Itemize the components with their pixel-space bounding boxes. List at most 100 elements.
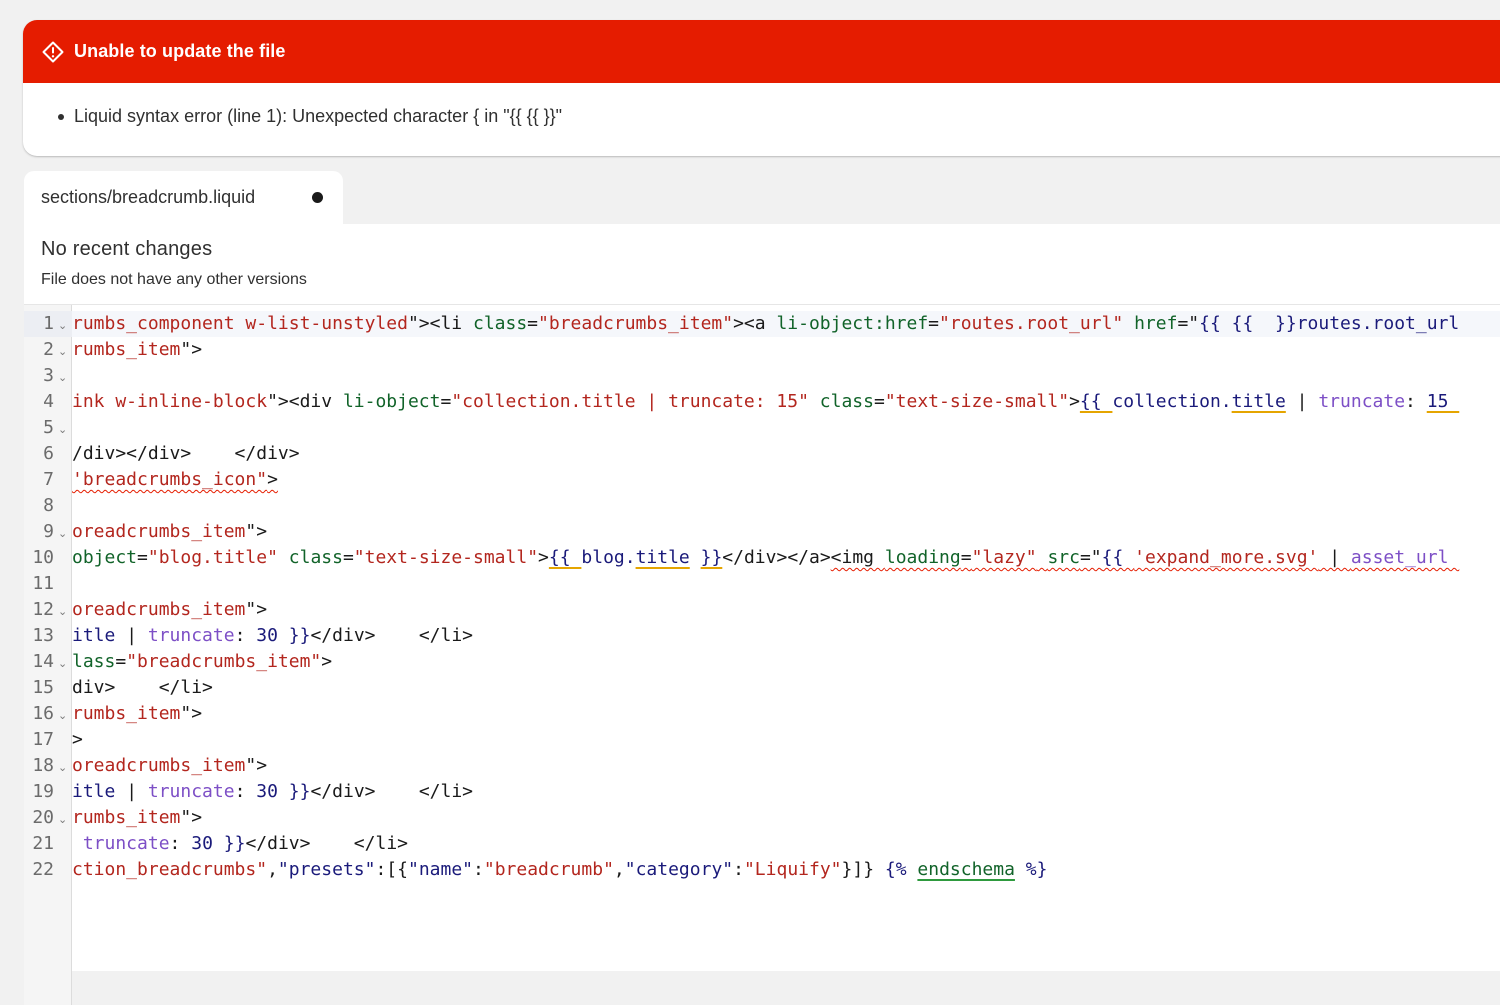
- code-line[interactable]: 11: [24, 571, 1500, 597]
- alert-diamond-icon: [41, 40, 65, 64]
- code-line[interactable]: 19 itle | truncate: 30 }}</div> </li>: [24, 779, 1500, 805]
- code-token: :[{: [375, 859, 408, 880]
- code-line[interactable]: 4 ink w-inline-block"><div li-object="col…: [24, 389, 1500, 415]
- fold-chevron-icon[interactable]: ⌄: [58, 703, 67, 729]
- code-line[interactable]: 12 ⌄ oreadcrumbs_item">: [24, 597, 1500, 623]
- fold-chevron-icon[interactable]: ⌄: [58, 521, 67, 547]
- line-number: 4: [43, 391, 54, 412]
- code-token: {{: [1079, 391, 1113, 412]
- code-token: endschema: [917, 859, 1015, 880]
- code-line-content: div> </li>: [72, 675, 213, 701]
- line-number: 9: [43, 521, 54, 542]
- line-number: 14: [32, 651, 54, 672]
- code-token: <img: [830, 547, 885, 568]
- code-token: "breadcrumbs_item": [538, 313, 734, 334]
- code-token: li-object: [342, 391, 441, 412]
- code-token: class: [288, 547, 343, 568]
- file-tab-filename: breadcrumb.liquid: [112, 187, 256, 207]
- code-token: {{: [548, 547, 582, 568]
- code-line[interactable]: 3 ⌄: [24, 363, 1500, 389]
- file-tab-breadcrumb-liquid[interactable]: sections/breadcrumb.liquid: [24, 171, 343, 224]
- code-token: "blog.title": [147, 547, 278, 568]
- code-token: 30: [256, 625, 278, 646]
- line-number: 19: [32, 781, 54, 802]
- fold-chevron-icon[interactable]: ⌄: [58, 755, 67, 781]
- code-token: {{: [1101, 547, 1135, 568]
- code-line[interactable]: 16 ⌄ rumbs_item">: [24, 701, 1500, 727]
- code-token: /div></div> </div>: [72, 443, 300, 464]
- code-line-content: rumbs_item">: [72, 805, 202, 831]
- code-line[interactable]: 13 itle | truncate: 30 }}</div> </li>: [24, 623, 1500, 649]
- code-token: </div></a>: [722, 547, 831, 568]
- code-token: {{ {{ }}: [1199, 313, 1297, 334]
- code-token: >: [538, 547, 549, 568]
- code-line[interactable]: 22 ction_breadcrumbs","presets":[{"name":…: [24, 857, 1500, 883]
- fold-chevron-icon[interactable]: ⌄: [58, 339, 67, 365]
- code-line[interactable]: 1 ⌄ rumbs_component w-list-unstyled"><li c…: [24, 311, 1500, 337]
- code-token: =: [960, 547, 972, 568]
- line-number: 3: [43, 365, 54, 386]
- code-token: =: [873, 391, 885, 412]
- code-line-content: rumbs_item">: [72, 701, 202, 727]
- code-token: :: [733, 859, 744, 880]
- code-line[interactable]: 20 ⌄ rumbs_item">: [24, 805, 1500, 831]
- code-line[interactable]: 15 div> </li>: [24, 675, 1500, 701]
- code-line-content: lass="breadcrumbs_item">: [72, 649, 332, 675]
- line-number: 6: [43, 443, 54, 464]
- code-token: class: [819, 391, 874, 412]
- code-token: object: [72, 547, 138, 568]
- code-line-content: rumbs_item">: [72, 337, 202, 363]
- code-line[interactable]: 5 ⌄: [24, 415, 1500, 441]
- code-token: |: [1318, 547, 1351, 568]
- code-token: =: [440, 391, 452, 412]
- code-token: "name": [407, 859, 474, 880]
- code-area[interactable]: 1 ⌄ rumbs_component w-list-unstyled"><li c…: [24, 304, 1500, 1005]
- line-number: 17: [32, 729, 54, 750]
- fold-chevron-icon[interactable]: ⌄: [58, 313, 67, 339]
- code-token: 'expand_more.svg': [1134, 547, 1319, 568]
- code-token: oreadcrumbs_item: [72, 755, 246, 776]
- code-token: ><a: [733, 313, 777, 334]
- code-token: collection.: [1112, 391, 1232, 412]
- code-line[interactable]: 17 >: [24, 727, 1500, 753]
- fold-chevron-icon[interactable]: ⌄: [58, 599, 67, 625]
- code-line[interactable]: 6/div></div> </div>: [24, 441, 1500, 467]
- code-line[interactable]: 18 ⌄ oreadcrumbs_item">: [24, 753, 1500, 779]
- fold-chevron-icon[interactable]: ⌄: [58, 365, 67, 391]
- code-line[interactable]: 21 truncate: 30 }}</div> </li>: [24, 831, 1500, 857]
- code-token: rumbs_component w-list-unstyled: [72, 313, 408, 334]
- code-line[interactable]: 2 ⌄ rumbs_item">: [24, 337, 1500, 363]
- code-token: truncate: [147, 781, 235, 802]
- code-line[interactable]: 14 ⌄ lass="breadcrumbs_item">: [24, 649, 1500, 675]
- code-line-content: ction_breadcrumbs","presets":[{"name":"b…: [72, 857, 1047, 883]
- code-token: }}: [700, 547, 723, 568]
- code-token: 15: [1426, 391, 1460, 412]
- code-token: >: [267, 469, 278, 490]
- code-token: blog.: [581, 547, 636, 568]
- fold-chevron-icon[interactable]: ⌄: [58, 651, 67, 677]
- code-token: ink w-inline-block: [72, 391, 268, 412]
- line-number: 1: [43, 313, 54, 334]
- code-token: {%: [884, 859, 918, 880]
- code-line[interactable]: 8: [24, 493, 1500, 519]
- code-token: |: [115, 781, 148, 802]
- code-token: loading: [884, 547, 961, 568]
- code-token: class: [472, 313, 528, 334]
- fold-chevron-icon[interactable]: ⌄: [58, 807, 67, 833]
- fold-chevron-icon[interactable]: ⌄: [58, 417, 67, 443]
- code-line[interactable]: 10 object="blog.title" class="text-size-s…: [24, 545, 1500, 571]
- error-title: Unable to update the file: [74, 41, 286, 61]
- code-token: asset_url: [1350, 547, 1460, 568]
- code-line[interactable]: 9 ⌄ oreadcrumbs_item">: [24, 519, 1500, 545]
- code-line[interactable]: 7 'breadcrumbs_icon">: [24, 467, 1500, 493]
- code-token: 'breadcrumbs_icon": [72, 469, 268, 490]
- code-line-content: rumbs_component w-list-unstyled"><li cla…: [72, 311, 1459, 337]
- version-history-subtext: File does not have any other versions: [41, 271, 307, 288]
- code-line-content: oreadcrumbs_item">: [72, 597, 267, 623]
- code-token: =: [527, 313, 539, 334]
